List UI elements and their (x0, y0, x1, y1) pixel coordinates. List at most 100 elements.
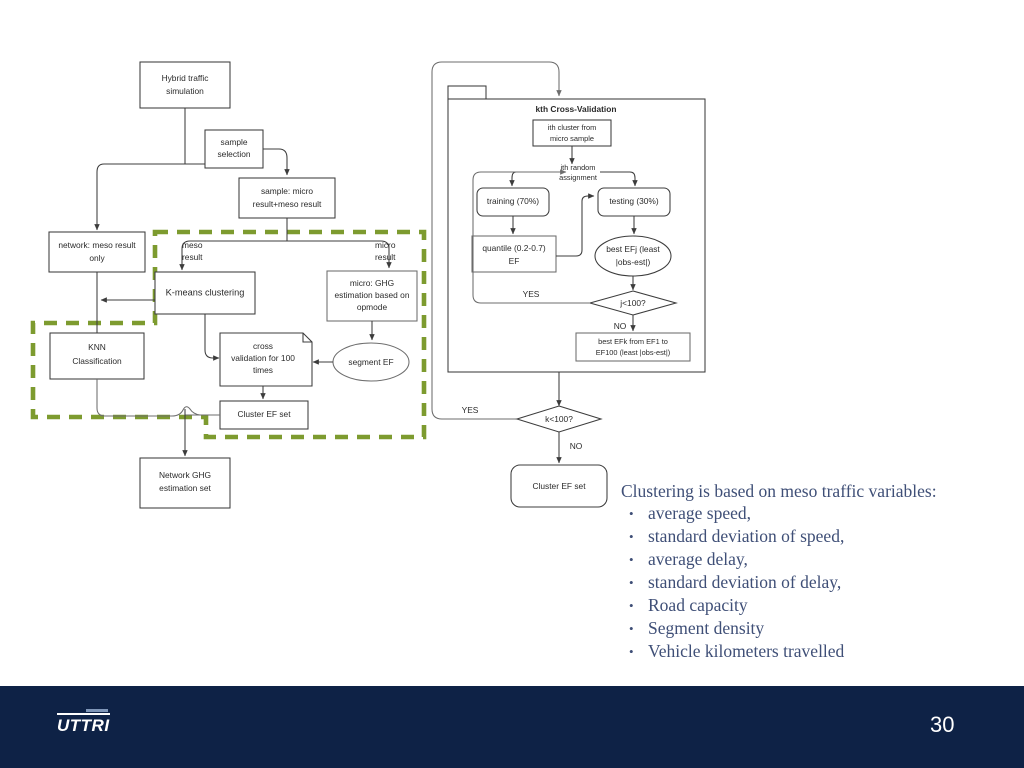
bullet-glyph: • (629, 621, 634, 636)
edge-knn-to-network-ghg (96, 379, 172, 417)
node-cluster-ef-set-right: Cluster EF set (510, 464, 608, 508)
bullet-glyph: • (629, 506, 634, 521)
edge-label-meso: meso (182, 240, 203, 250)
node-label: KNN (88, 342, 106, 352)
cv-title: kth Cross-Validation (536, 104, 617, 114)
node-label: only (89, 253, 105, 263)
node-testing: testing (30%) (597, 187, 671, 217)
node-network-meso-result-only: network: meso result only (48, 231, 146, 273)
label-yes-outer: YES (462, 405, 479, 415)
logo-accent-bar (85, 709, 108, 712)
node-label: EF100 (least |obs-est|) (596, 348, 671, 357)
node-cluster-ef-set-left: Cluster EF set (219, 400, 309, 430)
node-best-efk: best EFk from EF1 to EF100 (least |obs-e… (575, 332, 691, 362)
list-item: • standard deviation of delay, (621, 571, 1011, 594)
node-label: Hybrid traffic (162, 73, 209, 83)
node-label: estimation based on (335, 290, 410, 300)
bullet-glyph: • (629, 575, 634, 590)
node-label: times (253, 365, 273, 375)
node-cross-validation: cross validation for 100 times (219, 332, 313, 387)
node-segment-ef: segment EF (332, 342, 410, 382)
edge-sample-selection-to-sample-micro (263, 148, 290, 176)
label-no-inner: NO (614, 321, 627, 331)
node-label: EF (509, 256, 520, 266)
edge-label-micro: result (375, 252, 396, 262)
node-label: testing (30%) (609, 196, 659, 206)
node-label: j<100? (619, 298, 646, 308)
slide-footer-bar (0, 686, 1024, 768)
node-label: Network GHG (159, 470, 211, 480)
list-item: • Road capacity (621, 594, 1011, 617)
bullet-glyph: • (629, 529, 634, 544)
list-item-label: standard deviation of speed, (648, 526, 845, 546)
bullet-glyph: • (629, 644, 634, 659)
node-label: estimation set (159, 483, 211, 493)
clustering-variables-text-block: Clustering is based on meso traffic vari… (621, 481, 1011, 663)
node-label: result+meso result (253, 199, 322, 209)
list-item: • average delay, (621, 548, 1011, 571)
slide-canvas: Hybrid traffic simulation sample selecti… (0, 0, 1024, 768)
node-decision-k: k<100? (515, 405, 603, 433)
list-item: • Segment density (621, 617, 1011, 640)
node-label: Cluster EF set (532, 481, 586, 491)
list-item-label: average delay, (648, 549, 748, 569)
node-label: selection (217, 149, 250, 159)
node-label: Classification (72, 356, 122, 366)
node-label: cross (253, 341, 273, 351)
node-quantile-ef: quantile (0.2-0.7) EF (471, 235, 557, 273)
node-micro-ghg-estimation: micro: GHG estimation based on opmode (326, 270, 418, 322)
node-label: best EFj (least (606, 244, 660, 254)
node-training: training (70%) (476, 187, 550, 217)
logo-text: UTTRI (57, 716, 110, 735)
page-number: 30 (930, 712, 955, 737)
node-sample-selection: sample selection (204, 129, 264, 169)
node-best-efj: best EFj (least |obs-est|) (594, 235, 672, 277)
node-label: segment EF (348, 357, 393, 367)
edge-label-meso: result (182, 252, 203, 262)
node-sample-micro-meso: sample: micro result+meso result (238, 177, 336, 219)
node-network-ghg-estimation-set: Network GHG estimation set (139, 457, 231, 509)
node-label: simulation (166, 86, 204, 96)
node-label: micro sample (550, 134, 594, 143)
node-hybrid-traffic-simulation: Hybrid traffic simulation (139, 61, 231, 109)
node-label: micro: GHG (350, 278, 394, 288)
list-item: • Vehicle kilometers travelled (621, 640, 1011, 663)
clustering-variables-list: • average speed, • standard deviation of s… (621, 502, 1011, 663)
list-item: • average speed, (621, 502, 1011, 525)
node-knn-classification: KNN Classification (49, 332, 145, 380)
node-label: validation for 100 (231, 353, 295, 363)
label-yes-inner: YES (523, 289, 540, 299)
list-item-label: Segment density (648, 618, 765, 638)
label-jth-random: assignment (559, 173, 597, 182)
node-label: sample: micro (261, 186, 313, 196)
node-label: sample (221, 137, 248, 147)
list-item-label: Road capacity (648, 595, 748, 615)
node-label: k<100? (545, 414, 573, 424)
node-label: opmode (357, 302, 388, 312)
node-ith-cluster: ith cluster from micro sample (532, 119, 612, 147)
bullet-glyph: • (629, 552, 634, 567)
label-no-outer: NO (570, 441, 583, 451)
node-label: Cluster EF set (237, 409, 291, 419)
list-item-label: Vehicle kilometers travelled (648, 641, 845, 661)
list-item: • standard deviation of speed, (621, 525, 1011, 548)
bullet-glyph: • (629, 598, 634, 613)
node-label: quantile (0.2-0.7) (482, 243, 546, 253)
edge-label-micro: micro (375, 240, 396, 250)
edge-kmeans-to-cross-validation (204, 314, 220, 361)
edge-hybrid-to-network-meso (94, 163, 185, 231)
node-label: |obs-est|) (616, 257, 651, 267)
label-jth-random: jth random (560, 163, 596, 172)
edge-sample-to-micro-ghg (287, 240, 392, 269)
node-label: network: meso result (58, 240, 136, 250)
clustering-intro-line: Clustering is based on meso traffic vari… (621, 481, 937, 501)
cv-container-notch (447, 85, 487, 101)
uttri-logo: UTTRI (57, 709, 110, 736)
node-kmeans-clustering: K-means clustering (154, 271, 256, 315)
node-label: best EFk from EF1 to (598, 337, 668, 346)
node-label: ith cluster from (548, 123, 596, 132)
list-item-label: standard deviation of delay, (648, 572, 842, 592)
node-label: training (70%) (487, 196, 539, 206)
list-item-label: average speed, (648, 503, 751, 523)
node-label: K-means clustering (166, 287, 245, 297)
